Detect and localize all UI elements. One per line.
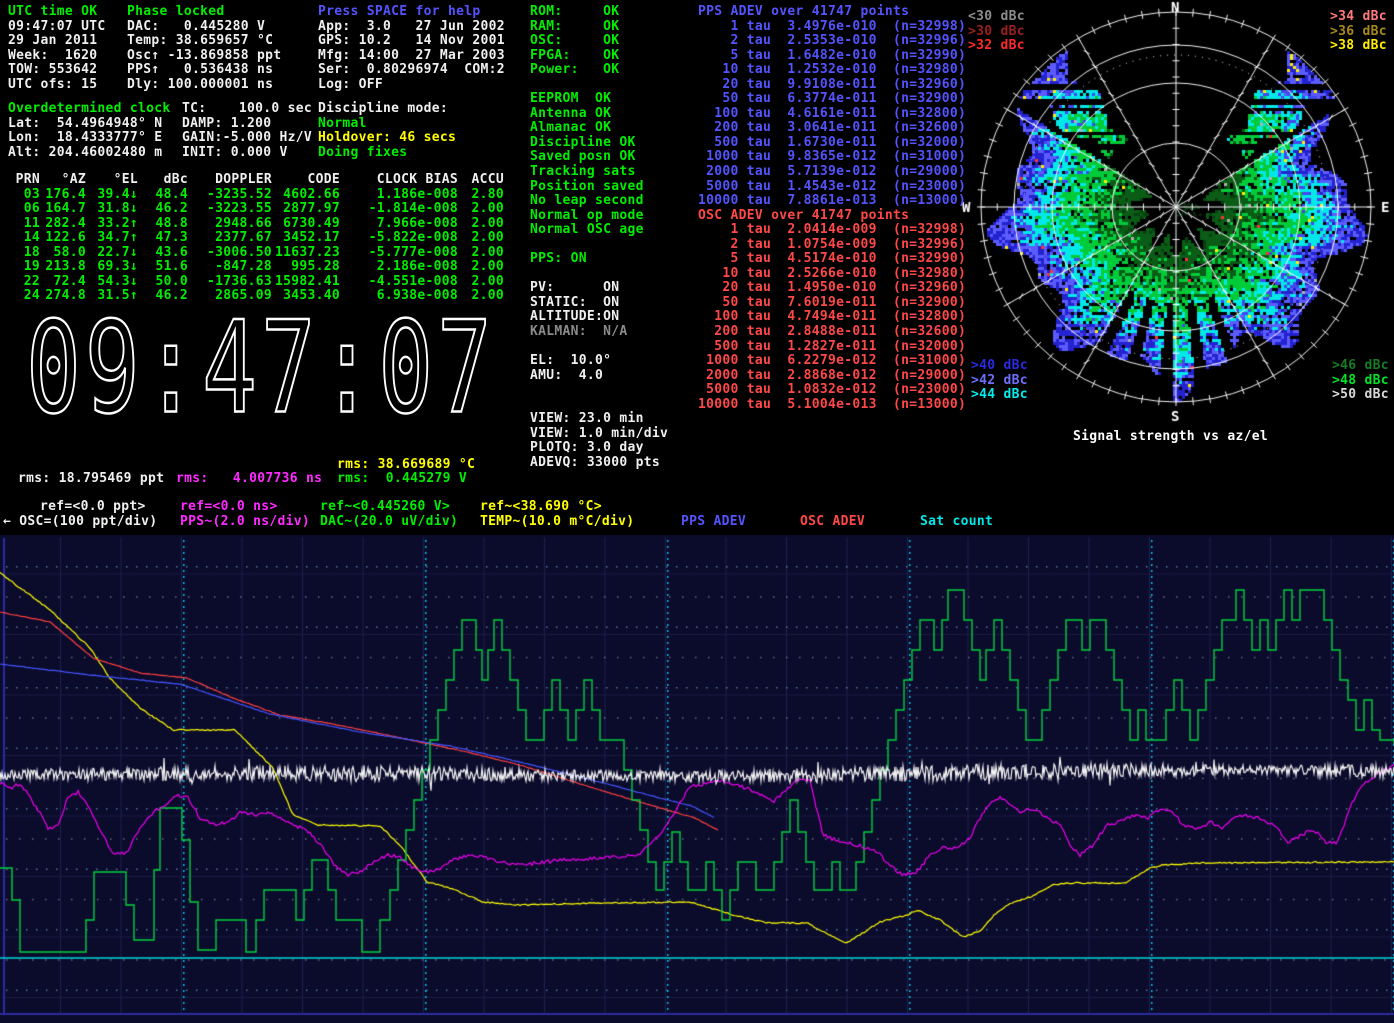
loop-params-block: TC: 100.0 secDAMP: 1.200GAIN:-5.000 Hz/V… <box>182 101 312 159</box>
sat-cell: 06 <box>8 201 40 216</box>
oscillator-status-block: Phase lockedDAC: 0.445280 VTemp: 38.6596… <box>127 4 281 91</box>
polar-plot-title: Signal strength vs az/el <box>1073 429 1268 444</box>
sat-cell: 2.00 <box>458 230 504 245</box>
sat-cell: 2.00 <box>458 274 504 289</box>
sat-cell: 19 <box>8 259 40 274</box>
sat-cell: -3235.52 <box>188 187 272 202</box>
sat-col-header: DOPPLER <box>188 172 272 187</box>
sat-cell: 2.00 <box>458 259 504 274</box>
dac-scale-label: DAC~(20.0 uV/div) <box>320 514 458 529</box>
sat-col-header: °AZ <box>40 172 86 187</box>
dbc-legend-bottom-left: >40 dBc>42 dBc>44 dBc <box>971 358 1028 402</box>
sat-count-trace-label: Sat count <box>920 514 993 529</box>
rms-temp-readout: rms: 38.669689 °C <box>337 457 475 472</box>
rms-dac-readout: rms: 0.445279 V <box>337 471 467 486</box>
sat-cell: 2.00 <box>458 216 504 231</box>
sat-cell: 58.0 <box>40 245 86 260</box>
sat-cell: 2377.67 <box>188 230 272 245</box>
rms-osc-readout: rms: 18.795469 ppt <box>18 471 164 486</box>
sat-cell: -3006.50 <box>188 245 272 260</box>
sat-cell: -5.777e-008 <box>340 245 458 260</box>
sat-cell: 2.00 <box>458 245 504 260</box>
sat-cell: 1.186e-008 <box>340 187 458 202</box>
sat-cell: 69.3↓ <box>86 259 138 274</box>
utc-time-block: UTC time OK09:47:07 UTC29 Jan 2011Week: … <box>8 4 106 91</box>
sat-col-header: CLOCK BIAS <box>340 172 458 187</box>
sat-cell: 164.7 <box>40 201 86 216</box>
dbc-legend-bottom-right: >46 dBc>48 dBc>50 dBc <box>1332 358 1389 402</box>
history-strip-chart <box>0 535 1394 1023</box>
sat-cell: 33.2↑ <box>86 216 138 231</box>
adev-tables: PPS ADEV over 41747 points 1 tau 3.4976e… <box>698 4 966 411</box>
ref-osc-label: ref=<0.0 ppt> <box>40 499 146 514</box>
sat-cell: 4602.66 <box>272 187 340 202</box>
dbc-legend-top-left: <30 dBc>30 dBc>32 dBc <box>968 9 1025 53</box>
sat-col-header: °EL <box>86 172 138 187</box>
sat-cell: 176.4 <box>40 187 86 202</box>
sat-cell: 213.8 <box>40 259 86 274</box>
sat-cell: -3223.55 <box>188 201 272 216</box>
sat-cell: 282.4 <box>40 216 86 231</box>
sat-cell: 11637.23 <box>272 245 340 260</box>
sat-cell: 31.8↓ <box>86 201 138 216</box>
version-help-block: Press SPACE for helpApp: 3.0 27 Jun 2002… <box>318 4 505 91</box>
sat-cell: 18 <box>8 245 40 260</box>
sat-cell: 2948.66 <box>188 216 272 231</box>
dbc-legend-top-right: >34 dBc>36 dBc>38 dBc <box>1330 9 1387 53</box>
ref-temp-label: ref~<38.690 °C> <box>480 499 602 514</box>
sat-col-header: PRN <box>8 172 40 187</box>
temp-scale-label: TEMP~(10.0 m°C/div) <box>480 514 634 529</box>
sat-cell: 51.6 <box>138 259 188 274</box>
sat-cell: 46.2 <box>138 201 188 216</box>
sat-cell: 3452.17 <box>272 230 340 245</box>
sat-cell: -847.28 <box>188 259 272 274</box>
sat-cell: 6730.49 <box>272 216 340 231</box>
sat-cell: 22 <box>8 274 40 289</box>
sat-cell: 15982.41 <box>272 274 340 289</box>
big-digital-clock: 09:47:07 <box>26 294 496 442</box>
sat-col-header: ACCU <box>458 172 504 187</box>
sat-cell: 14 <box>8 230 40 245</box>
sat-cell: 39.4↓ <box>86 187 138 202</box>
ref-dac-label: ref~<0.445260 V> <box>320 499 450 514</box>
sat-cell: 2.00 <box>458 201 504 216</box>
sat-cell: 2.80 <box>458 187 504 202</box>
sat-col-header: dBc <box>138 172 188 187</box>
ref-pps-label: ref=<0.0 ns> <box>180 499 278 514</box>
pps-scale-label: PPS~(2.0 ns/div) <box>180 514 310 529</box>
rms-pps-readout: rms: 4.007736 ns <box>176 471 322 486</box>
receiver-status-block: ROM: OKRAM: OKOSC: OKFPGA: OKPower: OK E… <box>530 4 668 470</box>
sat-cell: 2.186e-008 <box>340 259 458 274</box>
sat-cell: 7.966e-008 <box>340 216 458 231</box>
sat-col-header: CODE <box>272 172 340 187</box>
sat-cell: 50.0 <box>138 274 188 289</box>
sat-cell: 34.7↑ <box>86 230 138 245</box>
sat-cell: -1.814e-008 <box>340 201 458 216</box>
sat-cell: 995.28 <box>272 259 340 274</box>
satellite-table: PRN°AZ°ELdBcDOPPLERCODECLOCK BIASACCU031… <box>8 172 504 303</box>
sat-cell: 47.3 <box>138 230 188 245</box>
sat-cell: 122.6 <box>40 230 86 245</box>
position-block: Overdetermined clockLat: 54.4964948° NLo… <box>8 101 171 159</box>
sat-cell: -5.822e-008 <box>340 230 458 245</box>
sat-cell: 2877.97 <box>272 201 340 216</box>
sat-cell: 72.4 <box>40 274 86 289</box>
sat-cell: -1736.63 <box>188 274 272 289</box>
sat-cell: 11 <box>8 216 40 231</box>
sat-cell: 22.7↓ <box>86 245 138 260</box>
pps-adev-trace-label: PPS ADEV <box>681 514 746 529</box>
sat-cell: -4.551e-008 <box>340 274 458 289</box>
sat-cell: 43.6 <box>138 245 188 260</box>
sat-cell: 54.3↓ <box>86 274 138 289</box>
osc-adev-trace-label: OSC ADEV <box>800 514 865 529</box>
sat-cell: 48.4 <box>138 187 188 202</box>
sat-cell: 48.8 <box>138 216 188 231</box>
sat-cell: 03 <box>8 187 40 202</box>
gps-monitor-screen: UTC time OK09:47:07 UTC29 Jan 2011Week: … <box>0 0 1394 1023</box>
discipline-mode-block: Discipline mode:NormalHoldover: 46 secsD… <box>318 101 456 159</box>
osc-scale-label: ← OSC=(100 ppt/div) <box>3 514 157 529</box>
